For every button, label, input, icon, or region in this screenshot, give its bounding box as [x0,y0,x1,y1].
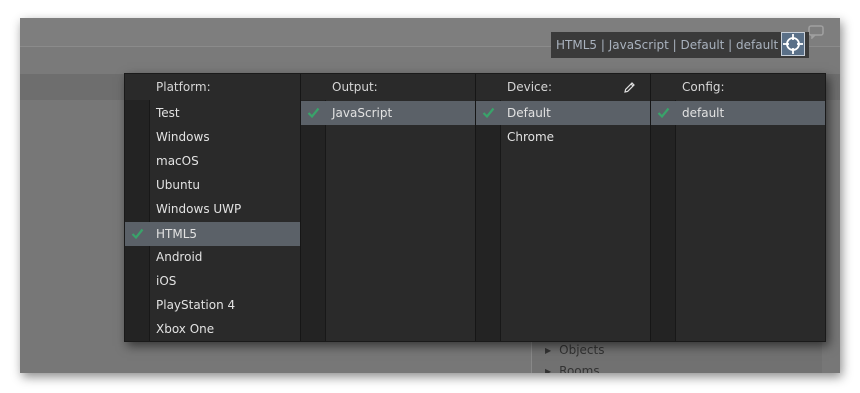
device-column: Device: Default Chrome [476,74,650,341]
check-icon [131,228,144,240]
platform-item-macos[interactable]: macOS [125,149,300,173]
output-gutter [301,100,326,341]
platform-item-windows-uwp[interactable]: Windows UWP [125,197,300,221]
check-icon [307,107,320,119]
platform-item-android[interactable]: Android [125,245,300,269]
config-header: Config: [682,80,725,94]
crosshair-icon [783,34,803,54]
platform-item-test[interactable]: Test [125,101,300,125]
target-summary[interactable]: HTML5 | JavaScript | Default | default [551,32,809,58]
platform-item-ios[interactable]: iOS [125,269,300,293]
config-column: Config: default [651,74,825,341]
expand-arrow-icon: ▶ [545,346,552,355]
platform-item-ubuntu[interactable]: Ubuntu [125,173,300,197]
output-header: Output: [332,80,378,94]
device-item-default[interactable]: Default [476,101,650,125]
config-gutter [651,100,676,341]
output-item-javascript[interactable]: JavaScript [301,101,475,125]
platform-item-playstation4[interactable]: PlayStation 4 [125,293,300,317]
platform-column: Platform: Test Windows macOS Ubuntu Wind… [125,74,300,341]
pencil-icon[interactable] [623,81,636,94]
platform-item-html5[interactable]: HTML5 [125,222,300,246]
platform-item-windows[interactable]: Windows [125,125,300,149]
target-selector-popup: Platform: Test Windows macOS Ubuntu Wind… [124,73,826,342]
expand-arrow-icon: ▶ [545,367,552,373]
chat-icon[interactable] [808,25,824,39]
device-item-chrome[interactable]: Chrome [476,125,650,149]
resource-item-objects[interactable]: ▶ Objects [545,343,605,357]
config-item-default[interactable]: default [651,101,825,125]
platform-header: Platform: [156,80,211,94]
resource-item-rooms[interactable]: ▶ Rooms [545,364,600,373]
check-icon [482,107,495,119]
platform-item-xbox-one[interactable]: Xbox One [125,317,300,341]
target-button[interactable] [781,32,805,56]
output-column: Output: JavaScript [301,74,475,341]
check-icon [657,107,670,119]
